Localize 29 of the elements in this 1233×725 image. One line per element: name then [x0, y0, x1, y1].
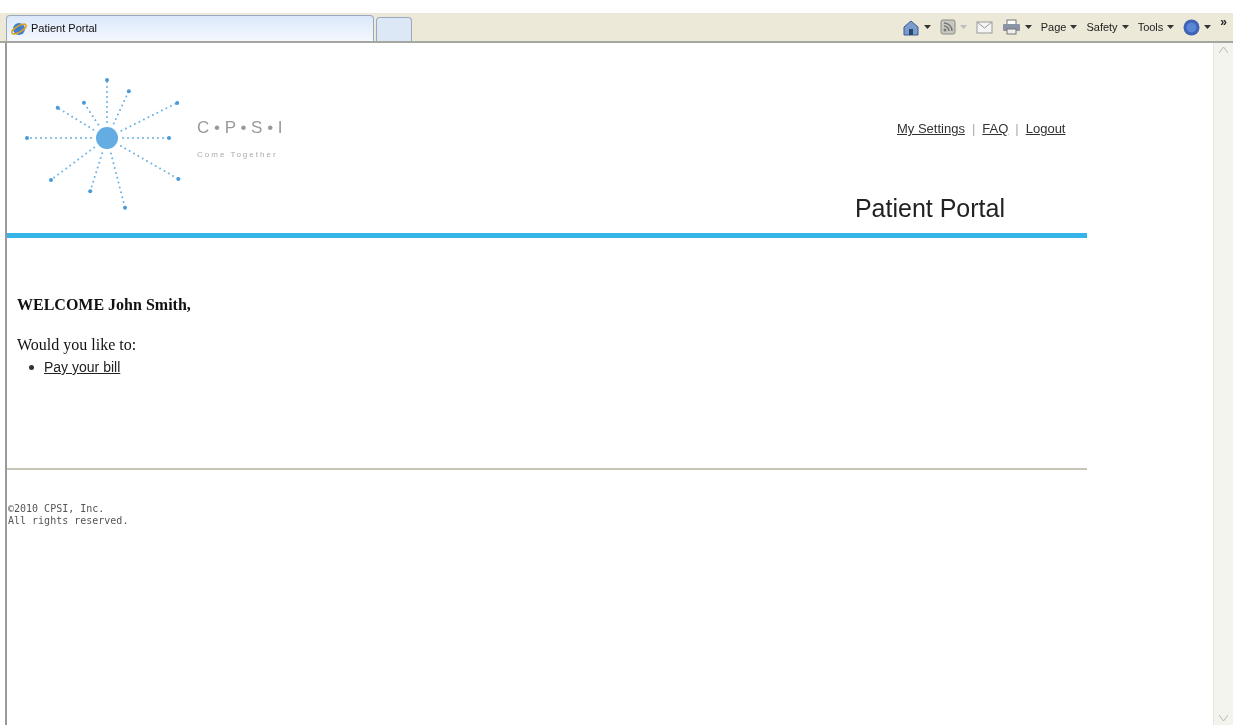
- nav-link[interactable]: FAQ: [982, 120, 1009, 138]
- menu-button[interactable]: Tools: [1137, 18, 1164, 36]
- page-title: Patient Portal: [854, 192, 1005, 224]
- link-separator: |: [1015, 120, 1019, 138]
- logo-tagline: Come Together: [197, 148, 279, 161]
- welcome-heading: WELCOME John Smith,: [17, 295, 192, 315]
- menu-button[interactable]: Safety: [1086, 18, 1118, 36]
- caret-icon[interactable]: [1167, 25, 1175, 29]
- copyright-text: ©2010 CPSI, Inc.: [8, 503, 106, 515]
- caret-icon[interactable]: [1204, 25, 1212, 29]
- feed-icon[interactable]: [939, 19, 956, 35]
- home-icon[interactable]: [901, 18, 920, 36]
- nav-link[interactable]: Logout: [1025, 120, 1066, 138]
- browser-logo-icon: [11, 20, 27, 37]
- browser-tab[interactable]: Patient Portal: [6, 15, 374, 41]
- copyright-text: All rights reserved.: [8, 515, 130, 527]
- caret-icon[interactable]: [923, 25, 931, 29]
- nav-link[interactable]: My Settings: [897, 120, 965, 138]
- printer-icon[interactable]: [1001, 19, 1021, 35]
- prompt-text: Would you like to:: [17, 335, 138, 356]
- caret-icon[interactable]: [1070, 25, 1078, 29]
- link-separator: |: [971, 120, 976, 138]
- bullet-icon: [29, 365, 34, 370]
- more-tools-button[interactable]: »: [1220, 13, 1227, 31]
- menu-button[interactable]: Page: [1040, 18, 1067, 36]
- logo-wordmark: C • P • S • I: [197, 117, 283, 140]
- caret-icon[interactable]: [1121, 25, 1129, 29]
- caret-icon[interactable]: [1024, 25, 1032, 29]
- action-link[interactable]: Pay your bill: [44, 357, 121, 378]
